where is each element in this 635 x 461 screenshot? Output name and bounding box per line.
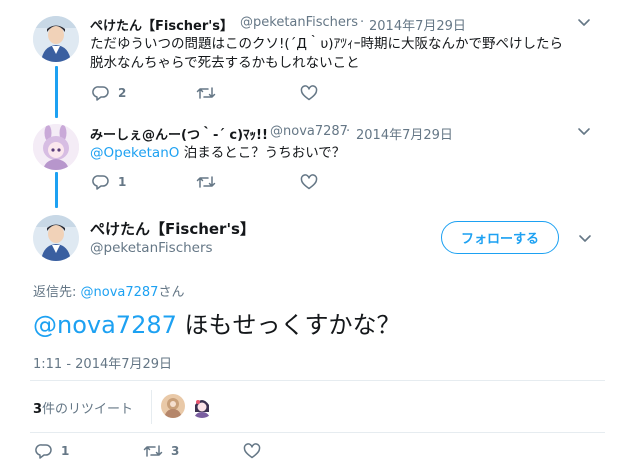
- author-name[interactable]: ぺけたん【Fischer's】: [90, 15, 233, 34]
- retweet-button[interactable]: [196, 85, 276, 101]
- retweets-label: 件のリツイート: [42, 402, 134, 417]
- avatar-image: [33, 124, 79, 170]
- chevron-down-icon[interactable]: [578, 230, 592, 249]
- avatar[interactable]: [33, 124, 79, 170]
- tweet-date[interactable]: 2014年7月29日: [369, 15, 466, 34]
- reply-count: 2: [118, 86, 127, 100]
- tweet-2[interactable]: みーしぇ@んー(つ｀-´ c)ﾏｯ!! @nova7287 · 2014年7月2…: [0, 112, 635, 204]
- author-handle[interactable]: @peketanFischers: [90, 240, 213, 256]
- retweet-count: 3: [171, 444, 180, 458]
- reply-button[interactable]: 1: [92, 174, 172, 190]
- reply-icon: [92, 86, 109, 101]
- tweet-text-body: 泊まるとこ？うちおいで？: [179, 145, 346, 161]
- separator-dot: ·: [360, 15, 365, 30]
- reply-to-handle[interactable]: @nova7287: [81, 285, 159, 300]
- main-tweet: ぺけたん【Fischer's】 @peketanFischers フォローする …: [0, 205, 635, 461]
- tweet-text-line-1: ただゆういつの問題はこのクソ!(´Д｀υ)ｱﾂｨｰ時期に大阪なんかで野ぺけしたら: [90, 36, 564, 52]
- like-button[interactable]: [243, 443, 279, 459]
- avatar-image: [33, 215, 79, 261]
- reply-to-line: 返信先: @nova7287さん: [33, 281, 184, 300]
- tweet-text: @OpeketanO 泊まるとこ？うちおいで？: [90, 144, 345, 163]
- retweet-icon: [196, 176, 216, 188]
- avatar[interactable]: [33, 215, 79, 261]
- reply-count: 1: [61, 444, 70, 458]
- reply-icon: [92, 175, 109, 190]
- divider-bottom: [30, 432, 605, 433]
- retweet-button[interactable]: 3: [143, 443, 219, 459]
- retweeter-avatar-2[interactable]: [190, 394, 214, 418]
- tweet-date[interactable]: 2014年7月29日: [356, 124, 453, 143]
- reply-button[interactable]: 1: [35, 443, 119, 459]
- heart-icon: [243, 443, 261, 459]
- divider-top: [30, 380, 605, 381]
- main-tweet-actions: 1 3: [35, 443, 303, 459]
- author-handle[interactable]: @peketanFischers: [240, 15, 358, 30]
- retweet-icon: [143, 445, 163, 457]
- chevron-down-icon[interactable]: [577, 14, 591, 33]
- follow-button[interactable]: フォローする: [441, 221, 559, 254]
- retweets-number: 3: [33, 402, 43, 417]
- tweet-1[interactable]: ぺけたん【Fischer's】 @peketanFischers · 2014年…: [0, 0, 635, 110]
- author-name[interactable]: みーしぇ@んー(つ｀-´ c)ﾏｯ!!: [90, 124, 268, 143]
- like-button[interactable]: [300, 85, 336, 101]
- tweet-timestamp[interactable]: 1:11 - 2014年7月29日: [33, 353, 172, 372]
- stats-separator: [151, 390, 152, 424]
- retweet-button[interactable]: [196, 174, 276, 190]
- retweet-icon: [196, 87, 216, 99]
- reply-to-label: 返信先:: [33, 285, 81, 300]
- author-name[interactable]: ぺけたん【Fischer's】: [90, 218, 255, 239]
- avatar[interactable]: [33, 16, 79, 62]
- heart-icon: [300, 85, 318, 101]
- mention-link[interactable]: @OpeketanO: [90, 145, 179, 161]
- like-button[interactable]: [300, 174, 336, 190]
- chevron-down-icon[interactable]: [577, 123, 591, 142]
- author-handle[interactable]: @nova7287: [270, 124, 348, 139]
- avatar-image: [190, 394, 214, 418]
- reply-button[interactable]: 2: [92, 85, 172, 101]
- reply-count: 1: [118, 175, 127, 189]
- main-tweet-text: @nova7287 ほもせっくすかな？: [33, 309, 401, 341]
- main-tweet-text-body: ほもせっくすかな？: [176, 311, 401, 339]
- avatar-image: [33, 16, 79, 62]
- reply-to-suffix: さん: [158, 285, 185, 300]
- mention-link[interactable]: @nova7287: [33, 311, 177, 339]
- separator-dot: ·: [346, 124, 351, 139]
- reply-icon: [35, 444, 52, 459]
- retweeter-avatar-1[interactable]: [161, 394, 185, 418]
- retweets-stats[interactable]: 3件のリツイート: [33, 398, 133, 417]
- tweet-text-line-2: 脱水なんちゃらで死去するかもしれないこと: [90, 55, 360, 71]
- heart-icon: [300, 174, 318, 190]
- tweet-actions: 1: [92, 174, 360, 190]
- tweet-actions: 2: [92, 85, 360, 101]
- avatar-image: [161, 394, 185, 418]
